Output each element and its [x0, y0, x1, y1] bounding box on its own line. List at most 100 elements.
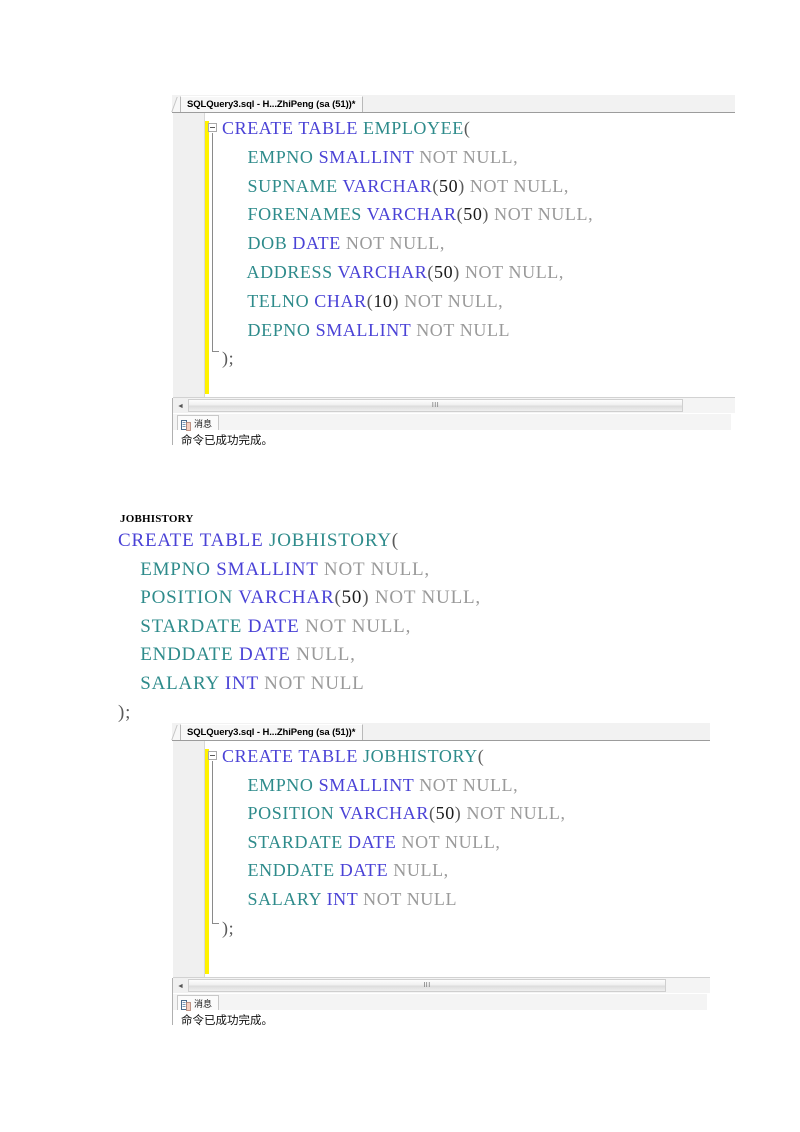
code-token: VARCHAR	[337, 262, 428, 282]
code-token: ENDDATE	[247, 860, 340, 881]
editor-gutter	[173, 113, 205, 398]
code-line: );	[118, 702, 131, 724]
code-token: STARDATE	[140, 615, 248, 637]
scroll-track[interactable]: III	[188, 978, 710, 993]
results-tabstrip: 消息	[173, 414, 731, 431]
code-token: INT	[224, 673, 265, 694]
code-line: EMPNO SMALLINT NOT NULL,	[222, 775, 518, 796]
scroll-thumb[interactable]: III	[188, 979, 666, 992]
code-token: DEPNO	[247, 319, 316, 340]
editor-tab-label: SQLQuery3.sql - H...ZhiPeng (sa (51))*	[187, 727, 356, 738]
scroll-track[interactable]: III	[188, 398, 735, 413]
scroll-left-arrow[interactable]: ◄	[173, 398, 188, 413]
collapse-minus-icon[interactable]	[208, 751, 217, 760]
editor-body[interactable]: CREATE TABLE EMPLOYEE( EMPNO SMALLINT NO…	[172, 113, 735, 398]
code-token: SALARY	[247, 889, 327, 909]
code-token: SMALLINT	[318, 774, 420, 795]
code-line: ADDRESS VARCHAR(50) NOT NULL,	[222, 262, 564, 283]
code-line: );	[222, 918, 234, 939]
doc-heading-jobhistory: JOBHISTORY	[120, 513, 194, 525]
code-line: DOB DATE NOT NULL,	[222, 233, 445, 254]
code-token: CREATE TABLE	[118, 530, 270, 551]
code-token: )	[482, 204, 495, 225]
code-token: )	[362, 587, 375, 609]
doc-code-jobhistory: CREATE TABLE JOBHISTORY( EMPNO SMALLINT …	[118, 530, 678, 723]
code-token: NOT NULL,	[419, 774, 519, 795]
scroll-thumb-grip: III	[431, 402, 440, 409]
code-token: NOT NULL,	[374, 587, 481, 609]
results-pane: 消息 命令已成功完成。	[173, 414, 731, 447]
code-token: SALARY	[140, 673, 225, 694]
fold-guide-foot	[212, 351, 219, 352]
editor-tab-sqlquery3[interactable]: SQLQuery3.sql - H...ZhiPeng (sa (51))*	[180, 96, 364, 112]
code-token: NOT NULL	[363, 889, 458, 909]
editor-gutter	[173, 741, 205, 978]
messages-grid-icon	[181, 998, 191, 1011]
code-token: EMPNO	[140, 558, 217, 580]
code-line: FORENAMES VARCHAR(50) NOT NULL,	[222, 204, 593, 225]
horizontal-scrollbar[interactable]: ◄ III	[173, 977, 710, 993]
code-token: VARCHAR	[366, 204, 457, 225]
code-line: SALARY INT NOT NULL	[222, 889, 457, 910]
change-bar	[205, 121, 209, 394]
code-token: INT	[326, 889, 364, 909]
scroll-left-arrow[interactable]: ◄	[173, 978, 188, 993]
code-token: EMPLOYEE	[363, 118, 464, 138]
ssms-screenshot-jobhistory: SQLQuery3.sql - H...ZhiPeng (sa (51))* C…	[171, 723, 710, 1027]
scroll-thumb-grip: III	[423, 982, 431, 989]
code-token: NOT NULL,	[494, 204, 594, 225]
horizontal-scrollbar[interactable]: ◄ III	[173, 397, 735, 413]
code-token: (	[391, 530, 399, 551]
code-token: NULL,	[393, 860, 449, 881]
change-bar	[205, 749, 209, 974]
code-line: CREATE TABLE EMPLOYEE(	[222, 118, 470, 139]
code-token: NOT NULL,	[305, 615, 412, 637]
code-token: POSITION	[247, 803, 340, 824]
code-token: )	[454, 803, 467, 824]
code-token: VARCHAR	[342, 175, 433, 196]
results-tab-label: 消息	[194, 418, 213, 429]
code-token: SMALLINT	[315, 319, 417, 340]
code-token: CHAR	[314, 290, 367, 311]
results-tab-messages[interactable]: 消息	[177, 995, 220, 1011]
results-message-text: 命令已成功完成。	[181, 1015, 273, 1027]
code-token: NOT NULL,	[469, 175, 569, 196]
fold-guide-line	[212, 133, 213, 351]
code-token: EMPNO	[247, 774, 319, 795]
scroll-thumb[interactable]: III	[188, 399, 683, 412]
code-line: CREATE TABLE JOBHISTORY(	[118, 530, 399, 552]
results-tabstrip: 消息	[173, 994, 707, 1011]
code-token: VARCHAR	[339, 803, 429, 824]
code-token: SUPNAME	[247, 175, 343, 196]
code-token: NOT NULL,	[404, 290, 504, 311]
code-token: )	[458, 175, 470, 196]
results-tab-messages[interactable]: 消息	[177, 415, 220, 431]
fold-guide-line	[212, 761, 213, 923]
code-token: JOBHISTORY	[363, 746, 478, 766]
editor-tab-sqlquery3[interactable]: SQLQuery3.sql - H...ZhiPeng (sa (51))*	[180, 724, 364, 740]
code-line: TELNO CHAR(10) NOT NULL,	[222, 291, 503, 312]
code-token: NULL,	[296, 644, 356, 666]
code-token: NOT NULL,	[323, 558, 430, 580]
code-token: ENDDATE	[140, 644, 239, 666]
editor-body[interactable]: CREATE TABLE JOBHISTORY( EMPNO SMALLINT …	[172, 741, 710, 978]
code-token: (	[334, 587, 342, 609]
collapse-minus-icon[interactable]	[208, 123, 217, 132]
results-pane: 消息 命令已成功完成。	[173, 994, 707, 1027]
code-token: STARDATE	[247, 831, 348, 852]
code-line: DEPNO SMALLINT NOT NULL	[222, 320, 510, 341]
